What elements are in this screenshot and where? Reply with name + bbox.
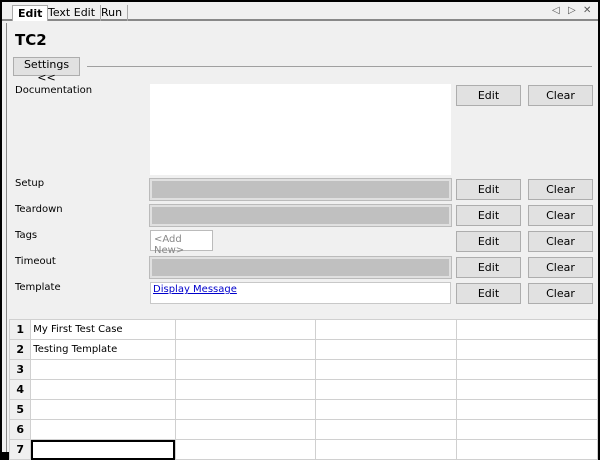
tags-clear-button[interactable]: Clear [528, 231, 593, 252]
grid-cell[interactable] [315, 439, 458, 460]
grid-cell[interactable] [456, 419, 598, 440]
setup-edit-button[interactable]: Edit [456, 179, 521, 200]
page-title: TC2 [15, 31, 47, 49]
grid-cell[interactable] [30, 419, 176, 440]
tags-add-new[interactable]: <Add New> [150, 230, 213, 256]
table-row: 6 [8, 419, 598, 440]
tab-run[interactable]: Run [96, 5, 129, 21]
grid-cell[interactable] [315, 379, 458, 400]
table-row: 7 [8, 439, 598, 460]
row-header[interactable]: 4 [8, 379, 32, 400]
tab-next-icon[interactable]: ▷ [568, 5, 576, 16]
documentation-edit-button[interactable]: Edit [456, 85, 521, 106]
row-header[interactable]: 6 [8, 419, 32, 440]
documentation-label: Documentation [15, 85, 93, 96]
settings-toggle-button[interactable]: Settings << [13, 57, 80, 84]
tags-label: Tags [15, 230, 38, 241]
grid-cell[interactable] [30, 399, 176, 420]
table-row: 3 [8, 359, 598, 380]
row-header[interactable]: 7 [8, 439, 32, 460]
grid-cell[interactable] [30, 439, 176, 460]
table-row: 5 [8, 399, 598, 420]
grid-cell[interactable] [174, 379, 317, 400]
tab-prev-icon[interactable]: ◁ [552, 5, 560, 16]
grid-cell[interactable] [174, 419, 317, 440]
tab-close-icon[interactable]: ✕ [583, 5, 591, 16]
teardown-field[interactable] [149, 204, 452, 227]
tab-text-edit[interactable]: Text Edit [43, 5, 102, 21]
editor-window: Edit Text Edit Run ◁ ▷ ✕ TC2 Settings <<… [2, 2, 598, 460]
grid-cell[interactable] [315, 339, 458, 360]
grid-cell[interactable] [456, 339, 598, 360]
setup-field[interactable] [149, 178, 452, 201]
grid-cell[interactable] [174, 439, 317, 460]
timeout-field[interactable] [149, 256, 452, 279]
timeout-edit-button[interactable]: Edit [456, 257, 521, 278]
grid-cell[interactable] [456, 399, 598, 420]
tab-bar: Edit Text Edit Run ◁ ▷ ✕ [2, 2, 598, 21]
grid-cell[interactable]: Testing Template [30, 339, 176, 360]
documentation-clear-button[interactable]: Clear [528, 85, 593, 106]
template-label: Template [15, 282, 61, 293]
tags-edit-button[interactable]: Edit [456, 231, 521, 252]
timeout-label: Timeout [15, 256, 56, 267]
grid-cell[interactable] [30, 379, 176, 400]
template-clear-button[interactable]: Clear [528, 283, 593, 304]
documentation-field[interactable] [150, 84, 451, 175]
template-link[interactable]: Display Message [151, 283, 450, 296]
template-field[interactable]: Display Message [150, 282, 451, 304]
grid-cell[interactable] [315, 359, 458, 380]
grid-cell[interactable] [174, 399, 317, 420]
template-edit-button[interactable]: Edit [456, 283, 521, 304]
grid-cell[interactable] [315, 399, 458, 420]
grid-cell[interactable] [456, 439, 598, 460]
divider [87, 66, 592, 67]
table-row: 2 Testing Template [8, 339, 598, 360]
table-row: 1 My First Test Case [8, 319, 598, 340]
grid-cell[interactable] [174, 339, 317, 360]
test-steps-grid: 1 My First Test Case 2 Testing Template 3 4 5 6… [8, 319, 598, 460]
grid-cell[interactable] [174, 359, 317, 380]
row-header[interactable]: 2 [8, 339, 32, 360]
setup-label: Setup [15, 178, 45, 189]
setup-clear-button[interactable]: Clear [528, 179, 593, 200]
grid-cell[interactable] [456, 359, 598, 380]
grid-cell[interactable] [174, 319, 317, 340]
grid-cell[interactable] [456, 319, 598, 340]
row-header[interactable]: 1 [8, 319, 32, 340]
table-row: 4 [8, 379, 598, 400]
teardown-edit-button[interactable]: Edit [456, 205, 521, 226]
grid-cell[interactable]: My First Test Case [30, 319, 176, 340]
grid-cell[interactable] [30, 359, 176, 380]
grid-cell[interactable] [315, 419, 458, 440]
row-header[interactable]: 5 [8, 399, 32, 420]
test-case-panel: TC2 Settings << Documentation Edit Clear… [6, 23, 598, 460]
teardown-clear-button[interactable]: Clear [528, 205, 593, 226]
grid-cell[interactable] [456, 379, 598, 400]
timeout-clear-button[interactable]: Clear [528, 257, 593, 278]
teardown-label: Teardown [15, 204, 63, 215]
grid-cell[interactable] [315, 319, 458, 340]
row-header[interactable]: 3 [8, 359, 32, 380]
